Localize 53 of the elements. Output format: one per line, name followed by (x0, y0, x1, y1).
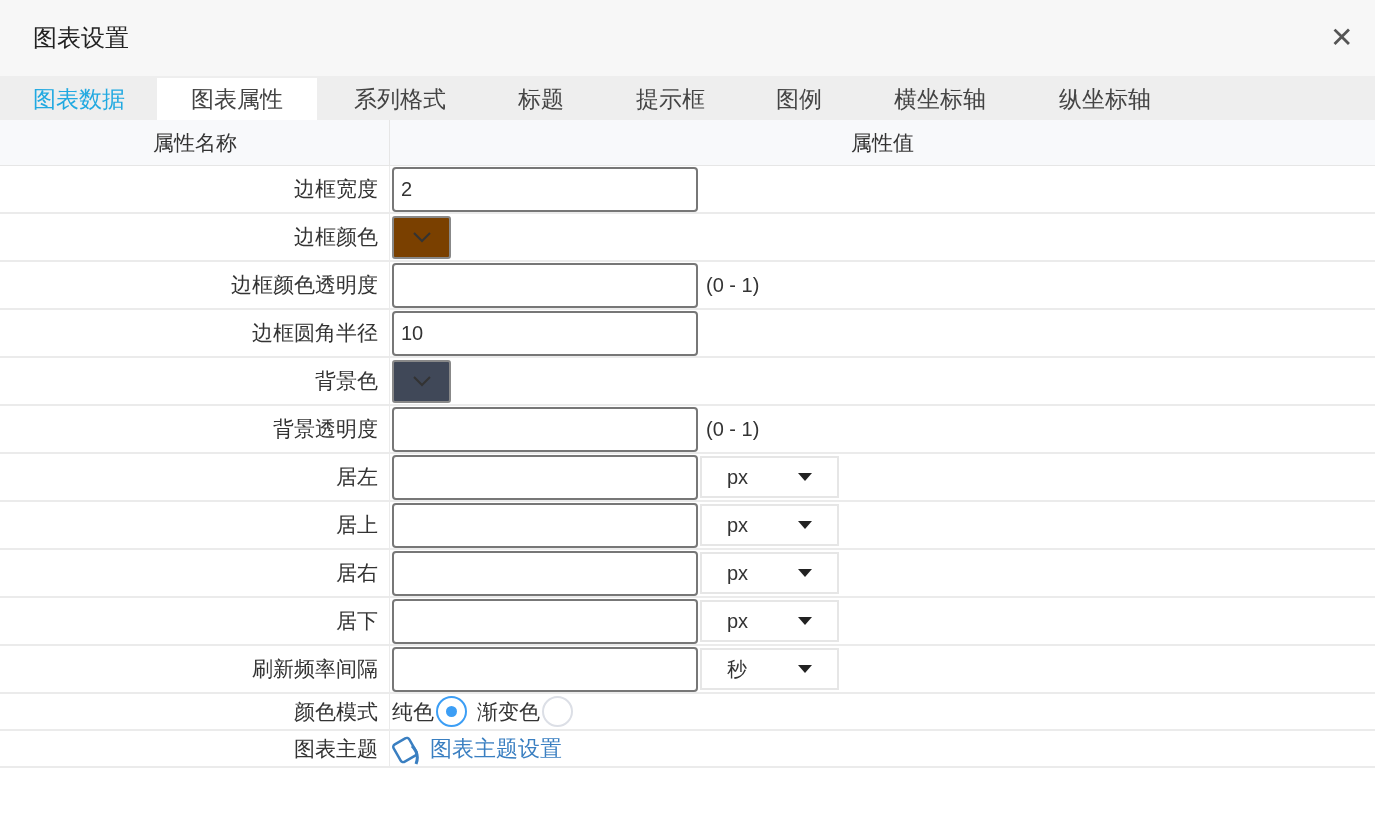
tab[interactable]: 系列格式 (317, 78, 483, 120)
theme-settings-link[interactable]: 图表主题设置 (430, 732, 562, 765)
unit-dropdown[interactable]: px (700, 552, 839, 594)
radio-label: 纯色 (392, 698, 434, 725)
caret-icon (798, 569, 812, 577)
column-header: 属性名称 (0, 120, 390, 165)
input-field[interactable] (392, 646, 698, 692)
input-field[interactable] (392, 454, 698, 500)
chevron-down-icon (411, 231, 432, 243)
property-name: 边框圆角半径 (0, 310, 390, 356)
unit-dropdown[interactable]: px (700, 504, 839, 546)
caret-icon (798, 665, 812, 673)
tab[interactable]: 标题 (483, 78, 599, 120)
tab[interactable]: 横坐标轴 (857, 78, 1023, 120)
tab[interactable]: 图例 (741, 78, 857, 120)
property-name: 边框宽度 (0, 166, 390, 212)
window-title: 图表设置 (33, 23, 129, 53)
input-field[interactable] (392, 502, 698, 548)
property-name: 居上 (0, 502, 390, 548)
caret-icon (798, 473, 812, 481)
color-picker[interactable] (392, 359, 451, 403)
chevron-down-icon (411, 375, 432, 387)
property-name: 居右 (0, 550, 390, 596)
tab[interactable]: 纵坐标轴 (1023, 78, 1187, 120)
property-name: 背景透明度 (0, 406, 390, 452)
input-field[interactable]: 10 (392, 310, 698, 356)
column-header: 属性值 (850, 129, 915, 156)
input-field[interactable]: 2 (392, 166, 698, 212)
caret-icon (798, 521, 812, 529)
property-name: 边框颜色 (0, 214, 390, 260)
range-hint: (0 - 1) (706, 273, 760, 298)
tab[interactable]: 提示框 (599, 78, 741, 120)
property-name: 颜色模式 (0, 694, 390, 729)
caret-icon (798, 617, 812, 625)
input-field[interactable] (392, 262, 698, 308)
property-name: 背景色 (0, 358, 390, 404)
range-hint: (0 - 1) (706, 417, 760, 442)
property-name: 边框颜色透明度 (0, 262, 390, 308)
property-name: 图表主题 (0, 731, 390, 766)
property-name: 居左 (0, 454, 390, 500)
input-field[interactable] (392, 550, 698, 596)
radio-label: 渐变色 (477, 698, 540, 725)
input-field[interactable] (392, 406, 698, 452)
close-button[interactable]: ✕ (1326, 24, 1357, 52)
unit-dropdown[interactable]: px (700, 456, 839, 498)
unit-dropdown[interactable]: px (700, 600, 839, 642)
unit-dropdown[interactable]: 秒 (700, 648, 839, 690)
tab[interactable]: 图表属性 (157, 78, 317, 120)
property-name: 刷新频率间隔 (0, 646, 390, 692)
property-name: 居下 (0, 598, 390, 644)
input-field[interactable] (392, 598, 698, 644)
radio-button[interactable] (436, 696, 467, 727)
color-picker[interactable] (392, 215, 451, 259)
